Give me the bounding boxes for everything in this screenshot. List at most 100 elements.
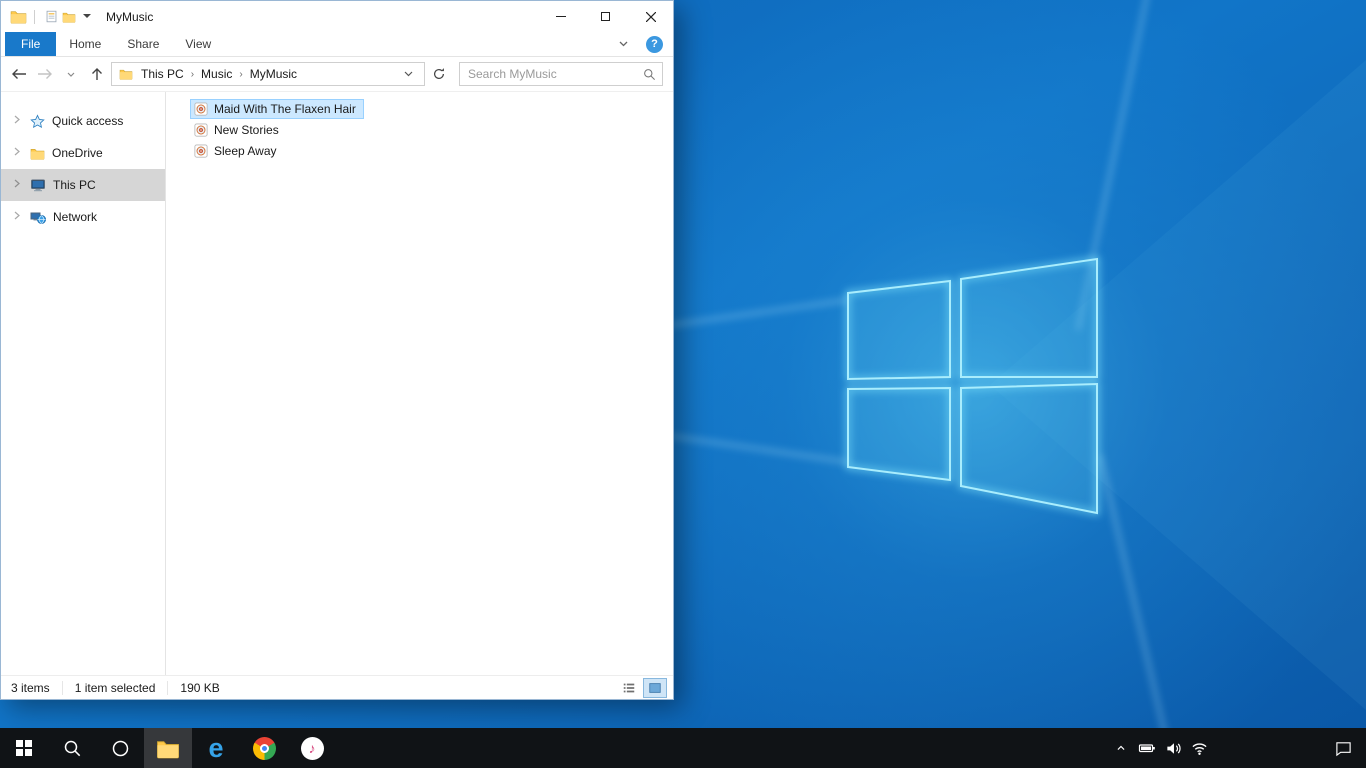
window-controls [538, 1, 673, 32]
action-center-icon [1335, 741, 1351, 756]
recent-locations-chevron-icon[interactable] [59, 63, 82, 86]
windows-logo-icon [15, 739, 33, 757]
desktop: MyMusic File Home Share View ? This PC ›… [0, 0, 1366, 768]
qat-new-folder-icon[interactable] [60, 8, 78, 26]
ribbon-right: ? [613, 32, 673, 56]
breadcrumb-separator-icon: › [239, 68, 243, 80]
taskbar-chrome-button[interactable] [240, 728, 288, 768]
breadcrumb-mymusic[interactable]: MyMusic [246, 67, 301, 81]
search-icon [64, 740, 80, 756]
sidebar-item-label: Quick access [52, 114, 124, 128]
selection-count: 1 item selected [61, 680, 168, 695]
tab-file[interactable]: File [5, 32, 57, 56]
cortana-button[interactable] [96, 728, 144, 768]
itunes-icon: ♪ [300, 736, 324, 760]
system-tray [1108, 728, 1212, 768]
sidebar-item-label: Network [53, 210, 98, 224]
taskbar: e ♪ [0, 728, 1366, 768]
maximize-button[interactable] [583, 1, 628, 32]
navigation-pane: Quick access OneDrive This PC Network [1, 92, 166, 675]
titlebar: MyMusic [1, 1, 673, 32]
minimize-icon [555, 16, 566, 17]
search-box [459, 62, 663, 86]
tab-view[interactable]: View [172, 32, 224, 56]
volume-icon[interactable] [1160, 728, 1186, 768]
expand-ribbon-chevron-icon[interactable] [613, 38, 634, 51]
explorer-main: Quick access OneDrive This PC Network Ma… [1, 92, 673, 675]
tab-share[interactable]: Share [114, 32, 172, 56]
back-button[interactable] [7, 63, 30, 86]
view-toggle-buttons [617, 677, 667, 698]
hidden-icons-chevron-icon[interactable] [1108, 728, 1134, 768]
ribbon-tabs: File Home Share View ? [1, 32, 673, 57]
up-icon [91, 68, 102, 80]
window-folder-icon [9, 8, 27, 26]
large-icons-view-button[interactable] [643, 677, 667, 698]
expand-chevron-icon[interactable] [14, 147, 23, 159]
cortana-icon [112, 740, 128, 756]
search-input[interactable] [466, 66, 643, 82]
sidebar-item-this-pc[interactable]: This PC [1, 169, 165, 201]
battery-icon[interactable] [1134, 728, 1160, 768]
sidebar-item-label: OneDrive [52, 146, 103, 160]
breadcrumb-separator-icon: › [190, 68, 195, 80]
media-file-icon [194, 123, 208, 137]
file-explorer-icon [157, 740, 179, 758]
qat-customize-chevron-icon[interactable] [78, 8, 96, 26]
forward-icon [37, 69, 52, 79]
forward-button[interactable] [33, 63, 56, 86]
qat-properties-icon[interactable] [42, 8, 60, 26]
back-icon [11, 69, 26, 79]
large-icons-view-icon [649, 682, 661, 693]
tab-home[interactable]: Home [56, 32, 114, 56]
quick-access-star-icon [30, 113, 45, 128]
file-name: New Stories [214, 123, 279, 137]
items-count: 3 items [11, 680, 50, 695]
details-view-icon [623, 683, 635, 692]
chrome-icon [252, 736, 276, 760]
file-name: Maid With The Flaxen Hair [214, 102, 356, 116]
taskbar-file-explorer-button[interactable] [144, 728, 192, 768]
file-row[interactable]: New Stories [190, 120, 287, 140]
search-icon[interactable] [643, 68, 656, 81]
details-view-button[interactable] [617, 678, 641, 698]
sidebar-item-network[interactable]: Network [1, 201, 165, 233]
address-folder-icon [117, 65, 135, 83]
up-button[interactable] [85, 63, 108, 86]
address-dropdown-chevron-icon[interactable] [398, 68, 419, 80]
qat-separator [34, 9, 35, 24]
breadcrumb-this-pc[interactable]: This PC [137, 67, 188, 81]
expand-chevron-icon[interactable] [14, 211, 23, 223]
taskbar-search-button[interactable] [48, 728, 96, 768]
media-file-icon [194, 144, 208, 158]
network-icon [30, 212, 46, 224]
status-bar: 3 items 1 item selected 190 KB [1, 675, 673, 699]
breadcrumb-music[interactable]: Music [197, 67, 236, 81]
close-icon [645, 11, 656, 22]
onedrive-icon [30, 148, 45, 160]
explorer-window: MyMusic File Home Share View ? This PC ›… [0, 0, 674, 700]
action-center-button[interactable] [1320, 728, 1366, 768]
sidebar-item-label: This PC [53, 178, 96, 192]
start-button[interactable] [0, 728, 48, 768]
media-file-icon [194, 102, 208, 116]
expand-chevron-icon[interactable] [14, 115, 23, 127]
edge-icon: e [208, 732, 224, 763]
selection-size: 190 KB [167, 680, 231, 695]
expand-chevron-icon[interactable] [14, 179, 23, 191]
file-name: Sleep Away [214, 144, 277, 158]
close-button[interactable] [628, 1, 673, 32]
file-row[interactable]: Sleep Away [190, 141, 285, 161]
file-row[interactable]: Maid With The Flaxen Hair [190, 99, 364, 119]
network-wifi-icon[interactable] [1186, 728, 1212, 768]
taskbar-edge-button[interactable]: e [192, 728, 240, 768]
navigation-toolbar: This PC › Music › MyMusic [1, 57, 673, 92]
refresh-button[interactable] [428, 63, 450, 85]
sidebar-item-onedrive[interactable]: OneDrive [1, 137, 165, 169]
minimize-button[interactable] [538, 1, 583, 32]
sidebar-item-quick-access[interactable]: Quick access [1, 105, 165, 137]
address-bar[interactable]: This PC › Music › MyMusic [111, 62, 425, 86]
maximize-icon [601, 12, 610, 21]
help-icon[interactable]: ? [646, 35, 663, 53]
taskbar-itunes-button[interactable]: ♪ [288, 728, 336, 768]
